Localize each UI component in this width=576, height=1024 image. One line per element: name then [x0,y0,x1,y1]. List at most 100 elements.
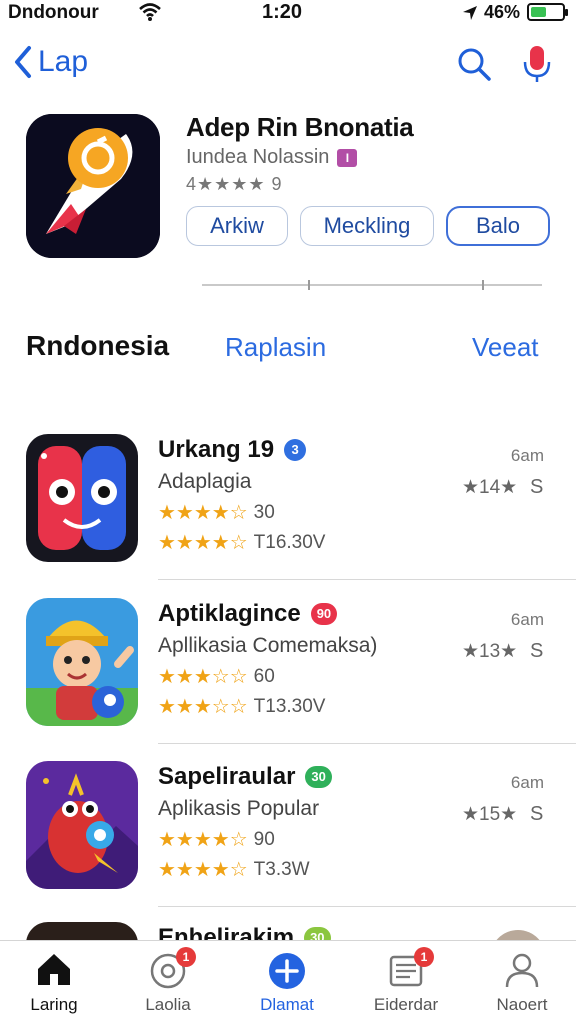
app-badge: 30 [305,766,332,788]
notification-badge: 1 [176,947,196,967]
rating-row: ★★★☆☆ T13.30V [158,694,325,719]
rating-value: T13.30V [253,695,326,717]
microphone-icon[interactable] [522,44,552,84]
app-icon [26,598,138,726]
mask-face-icon [26,434,138,562]
app-name: Enhelirakim 30 [158,924,331,940]
developer-tag: I [337,148,358,167]
app-icon [26,434,138,562]
location-arrow-icon [463,6,477,20]
clock: 1:20 [262,1,303,23]
carrier-label: Dndonour [8,2,99,23]
featured-app-title: Adep Rin Bnonatia [186,112,414,142]
tab-profile[interactable]: Naoert [472,949,572,1023]
indicator-tick [482,280,484,290]
app-meta-time: 6am [510,446,544,465]
app-description: Adaplagia [158,470,252,493]
rocket-icon [26,114,160,258]
divider [158,579,576,580]
rating-value: T3.3W [253,858,310,880]
tab-target[interactable]: 1 Laolia [118,947,218,1023]
nav-bar: Lap [0,40,576,90]
list-item[interactable]: Enhelirakim 30 [0,922,576,940]
app-icon [26,761,138,889]
app-name-text: Sapeliraular [158,763,296,790]
back-button[interactable]: Lap [14,44,88,80]
tab-news[interactable]: 1 Eiderdar [356,947,456,1023]
bird-creature-icon [26,761,138,889]
rating-row: ★★★★☆ 90 [158,827,275,852]
rating-row: ★★★★☆ T16.30V [158,530,325,555]
rating-row: ★★★☆☆ 60 [158,664,275,689]
featured-app-rating: 4★★★★ 9 [186,174,283,194]
notification-badge: 1 [414,947,434,967]
divider [158,743,576,744]
star-rating: ★★★☆☆ [158,666,248,688]
chevron-left-icon [15,46,31,78]
section-link-middle[interactable]: Raplasin [225,332,326,363]
app-name-text: Urkang 19 [158,436,275,463]
tab-label: Laring [30,995,78,1014]
divider [158,906,576,907]
tab-label: Dlamat [260,995,314,1014]
featured-app: Adep Rin Bnonatia Iundea Nolassin I 4★★★… [0,112,576,302]
app-name: Aptiklagince 90 [158,600,338,628]
person-icon [505,953,539,988]
wifi-icon [139,3,161,21]
app-icon [26,922,138,940]
rating-value: 60 [253,665,275,687]
battery-percent: 46% [484,2,521,22]
featured-app-subtitle: Iundea Nolassin I [186,146,358,169]
indicator-tick [308,280,310,290]
action-button-1[interactable]: Arkiw [186,206,288,246]
star-rating: ★★★★☆ [158,829,248,851]
back-label: Lap [38,45,89,78]
action-button-2[interactable]: Meckling [300,206,434,246]
app-description: Apllikasia Comemaksa) [158,634,378,657]
rating-value: 90 [253,828,275,850]
section-title: Rndonesia [26,330,170,361]
tab-add[interactable]: Dlamat [237,949,337,1023]
star-rating: ★★★★☆ [158,502,248,524]
app-badge: 30 [304,927,331,940]
app-thumbnail [490,930,546,940]
battery-fill [531,7,546,17]
rating-value: 30 [253,501,275,523]
star-rating: ★★★★☆ [158,532,248,554]
plus-circle-icon [269,953,305,989]
status-bar: Dndonour 1:20 46% [0,0,576,26]
tab-home[interactable]: Laring [4,949,104,1023]
app-name: Sapeliraular 30 [158,763,332,791]
app-meta-s: S [530,640,544,662]
page-indicator-line [202,280,542,290]
character-icon [26,598,138,726]
tab-label: Laolia [145,995,191,1014]
star-rating: ★★★☆☆ [158,696,248,718]
app-meta-rating: ★13★ [462,641,518,662]
app-badge: 90 [310,603,338,625]
see-all-link[interactable]: Veeat [472,332,539,363]
action-button-3[interactable]: Balo [446,206,550,246]
star-rating: ★★★★☆ [158,859,248,881]
app-meta-rating: ★14★ [462,477,518,498]
app-description: Aplikasis Popular [158,797,320,820]
app-name: Urkang 19 3 [158,436,307,464]
battery-icon [527,3,568,21]
app-meta-rating: ★15★ [462,804,518,825]
app-meta-time: 6am [510,773,544,792]
app-name-text: Aptiklagince [158,600,301,627]
section-header: Rndonesia Raplasin Veeat [0,330,576,370]
list-item[interactable]: Aptiklagince 90 Apllikasia Comemaksa) ★★… [0,598,576,748]
list-item[interactable]: Sapeliraular 30 Aplikasis Popular ★★★★☆ … [0,761,576,911]
featured-app-developer: Iundea Nolassin [186,146,330,168]
featured-app-icon[interactable] [26,114,160,258]
list-item[interactable]: Urkang 19 3 Adaplagia ★★★★☆ 30 ★★★★☆ T16… [0,434,576,584]
app-meta-s: S [530,803,544,825]
tab-label: Naoert [496,995,548,1014]
search-icon[interactable] [456,46,492,82]
app-meta-time: 6am [510,610,544,629]
app-name-text: Enhelirakim [158,924,295,940]
tab-bar: Laring 1 Laolia Dlamat 1 Eiderdar Naoert [0,940,576,1024]
rating-row: ★★★★☆ T3.3W [158,857,310,882]
home-icon [38,954,70,985]
